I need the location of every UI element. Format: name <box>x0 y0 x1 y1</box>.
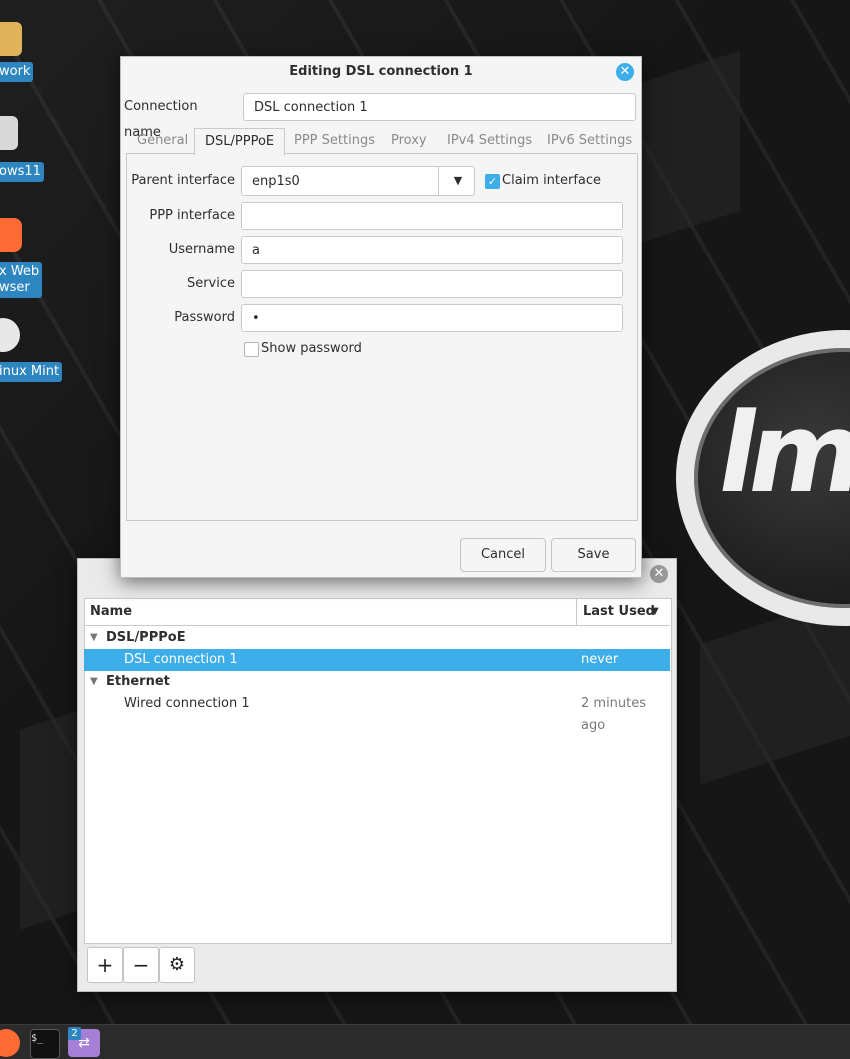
show-password-label: Show password <box>261 341 362 356</box>
taskbar: $_ ⇄ 2 <box>0 1024 850 1059</box>
tab-ipv4-settings[interactable]: IPv4 Settings <box>437 128 542 154</box>
connection-name: Wired connection 1 <box>124 696 250 711</box>
service-input[interactable] <box>241 270 623 298</box>
linux-mint-logo-letters: lm <box>708 389 850 517</box>
terminal-taskbar-icon[interactable]: $_ <box>30 1029 60 1059</box>
close-icon[interactable]: ✕ <box>616 63 634 81</box>
desktop-icon-label: work <box>0 62 34 82</box>
add-connection-button[interactable]: + <box>87 947 123 983</box>
parent-interface-label: Parent interface <box>131 173 235 188</box>
password-input[interactable]: • <box>241 304 623 332</box>
save-button[interactable]: Save <box>551 538 636 572</box>
dialog-title: Editing DSL connection 1 <box>289 64 473 79</box>
edit-connection-settings-button[interactable]: ⚙ <box>159 947 195 983</box>
tab-general[interactable]: General <box>127 128 198 154</box>
connection-last-used: never <box>581 652 619 667</box>
password-label: Password <box>174 310 235 325</box>
tab-proxy[interactable]: Proxy <box>381 128 437 154</box>
remove-connection-button[interactable]: − <box>123 947 159 983</box>
desktop-icon-label: inux Mint <box>0 362 63 382</box>
connection-name: DSL connection 1 <box>124 652 238 667</box>
ppp-interface-input[interactable] <box>241 202 623 230</box>
parent-interface-value: enp1s0 <box>252 174 300 189</box>
group-row-ethernet[interactable]: ▼ Ethernet <box>84 671 670 693</box>
claim-interface-label: Claim interface <box>502 173 602 188</box>
expand-triangle-icon: ▼ <box>90 676 98 687</box>
close-icon[interactable]: ✕ <box>650 565 668 583</box>
username-label: Username <box>168 242 235 257</box>
desktop-icon-label: ows11 <box>0 162 44 182</box>
column-header-last-used-label: Last Used <box>583 604 655 619</box>
group-label: DSL/PPPoE <box>106 630 186 645</box>
expand-triangle-icon: ▼ <box>90 632 98 643</box>
cancel-button[interactable]: Cancel <box>460 538 546 572</box>
drive-icon <box>0 116 18 150</box>
service-label: Service <box>186 276 235 291</box>
tab-dsl-pppoe[interactable]: DSL/PPPoE <box>194 128 286 156</box>
connection-row-dsl-connection-1[interactable]: DSL connection 1 never <box>84 649 670 671</box>
sort-desc-icon: ▼ <box>651 606 659 617</box>
connection-row-wired-connection-1[interactable]: Wired connection 1 2 minutes ago <box>84 693 670 733</box>
column-header-last-used[interactable]: Last Used ▼ <box>576 598 670 626</box>
background-tile <box>20 710 80 930</box>
parent-interface-combo[interactable]: enp1s0 <box>241 166 475 196</box>
firefox-icon <box>0 218 22 252</box>
combo-divider <box>438 167 439 195</box>
show-password-checkbox[interactable] <box>244 342 259 357</box>
ppp-interface-label: PPP interface <box>149 208 235 223</box>
disc-icon <box>0 318 20 352</box>
connection-last-used: 2 minutes ago <box>581 696 647 733</box>
folder-icon <box>0 22 22 56</box>
desktop-icon-label: x Web wser <box>0 262 43 298</box>
connection-name-input[interactable]: DSL connection 1 <box>243 93 636 121</box>
tab-ipv6-settings[interactable]: IPv6 Settings <box>537 128 642 154</box>
username-input[interactable]: a <box>241 236 623 264</box>
group-label: Ethernet <box>106 674 170 689</box>
claim-interface-checkbox[interactable]: ✓ <box>485 174 500 189</box>
chevron-down-icon[interactable]: ▼ <box>448 167 468 195</box>
window-count-badge: 2 <box>68 1027 81 1040</box>
column-header-name[interactable]: Name <box>84 598 576 626</box>
firefox-taskbar-icon[interactable] <box>0 1029 20 1057</box>
tab-ppp-settings[interactable]: PPP Settings <box>284 128 385 154</box>
group-row-dsl[interactable]: ▼ DSL/PPPoE <box>84 627 670 649</box>
